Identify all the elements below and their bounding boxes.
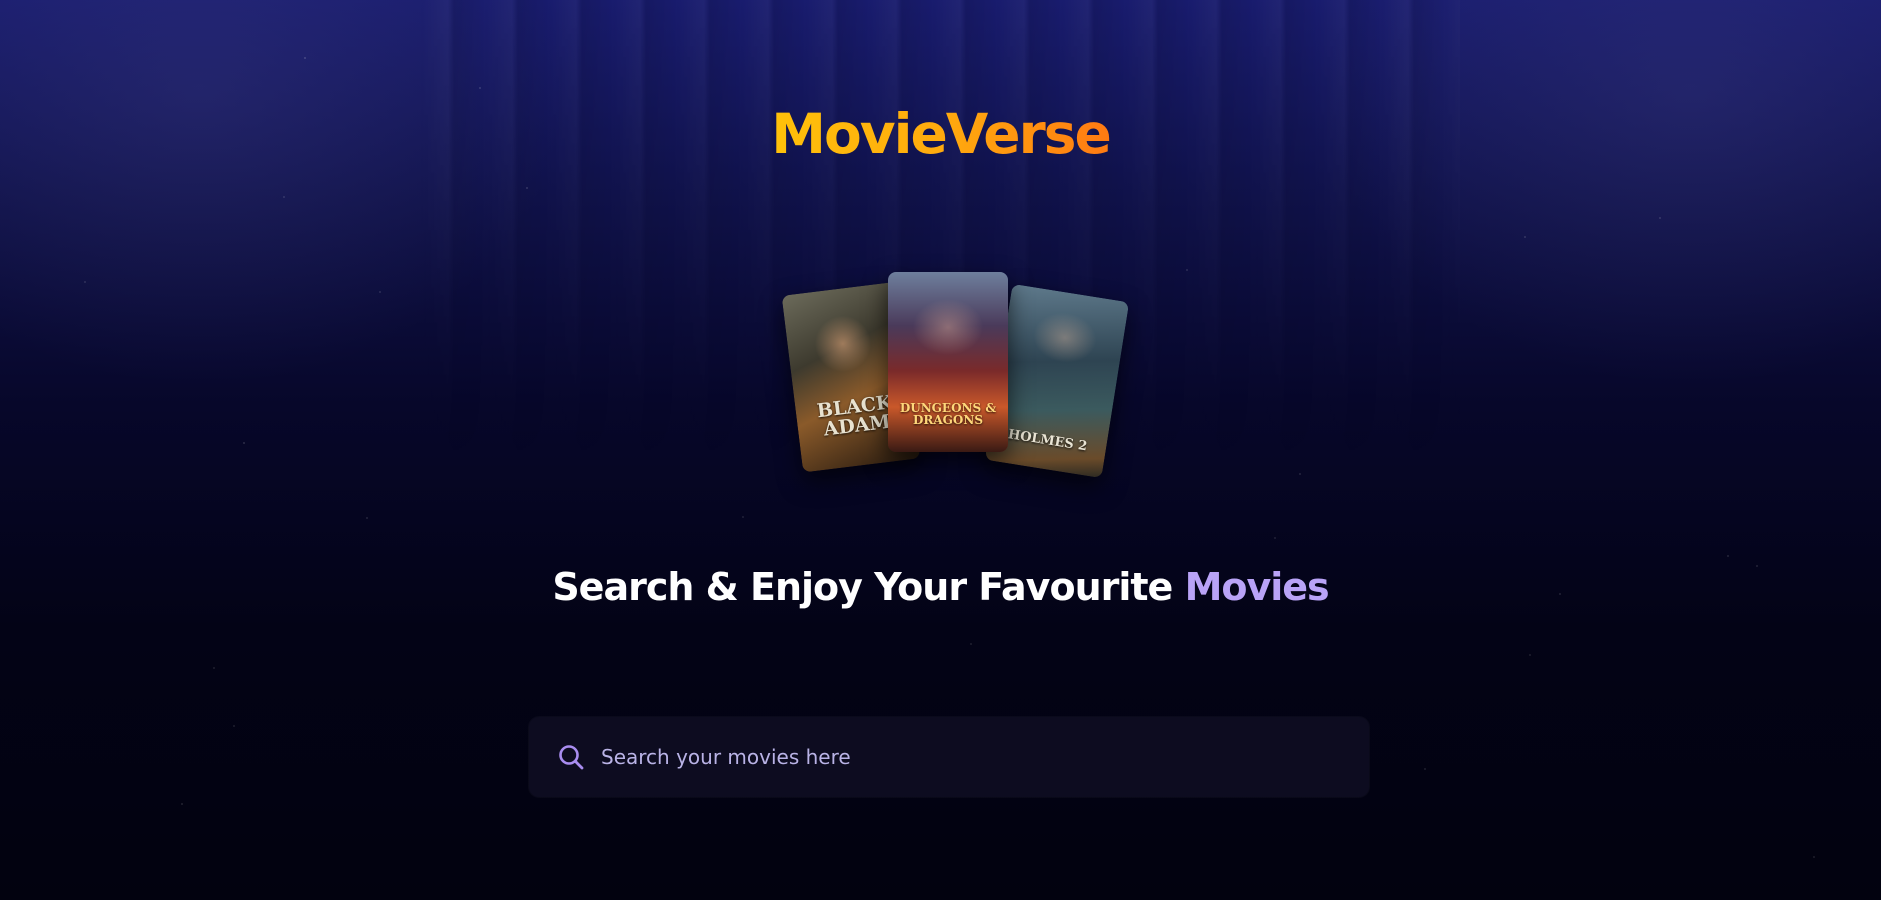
search-bar[interactable] [529, 717, 1369, 797]
hero-headline: Search & Enjoy Your Favourite Movies [0, 565, 1881, 609]
poster-dungeons-dragons: DUNGEONS & DRAGONS [888, 272, 1008, 452]
hero-posters: BLACK ADAM DUNGEONS & DRAGONS HOLMES 2 [780, 268, 1130, 479]
headline-main: Search & Enjoy Your Favourite [552, 565, 1185, 609]
search-input[interactable] [599, 736, 1345, 778]
headline-accent: Movies [1184, 565, 1330, 609]
logo-word-movie: Movie [771, 102, 948, 166]
search-icon[interactable] [555, 741, 587, 773]
poster-title: DUNGEONS & DRAGONS [899, 401, 997, 427]
app-logo: MovieVerse [0, 102, 1881, 166]
logo-word-verse: Verse [945, 102, 1112, 166]
